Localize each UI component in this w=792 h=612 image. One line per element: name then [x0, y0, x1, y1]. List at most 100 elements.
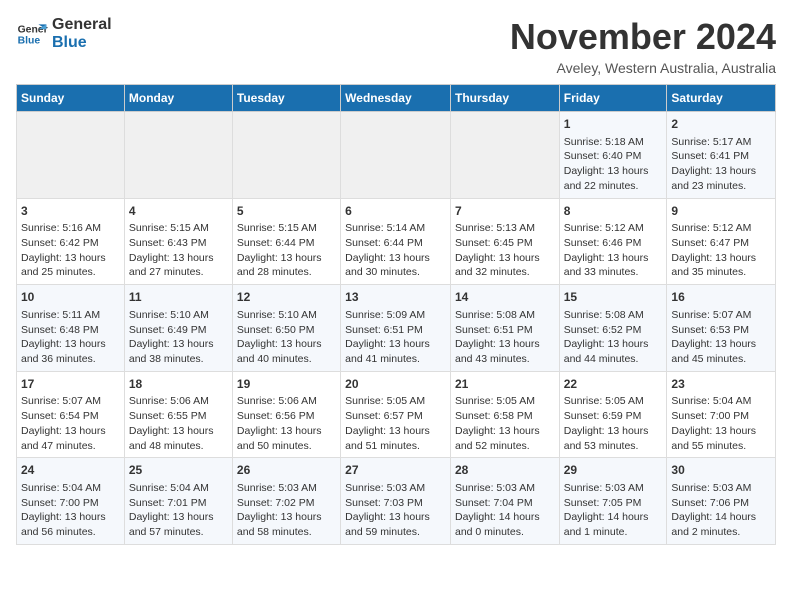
day-info: Sunset: 6:43 PM	[129, 236, 228, 251]
day-info: Sunset: 6:57 PM	[345, 409, 446, 424]
calendar-cell	[450, 112, 559, 199]
calendar-cell: 11Sunrise: 5:10 AMSunset: 6:49 PMDayligh…	[124, 285, 232, 372]
calendar-cell	[341, 112, 451, 199]
day-info: Sunset: 6:47 PM	[671, 236, 771, 251]
calendar-cell: 8Sunrise: 5:12 AMSunset: 6:46 PMDaylight…	[559, 198, 667, 285]
calendar-cell: 7Sunrise: 5:13 AMSunset: 6:45 PMDaylight…	[450, 198, 559, 285]
day-info: Sunrise: 5:06 AM	[237, 394, 336, 409]
day-info: Sunrise: 5:17 AM	[671, 135, 771, 150]
weekday-header-tuesday: Tuesday	[232, 85, 340, 112]
logo-line1: General	[52, 16, 112, 34]
day-number: 20	[345, 376, 446, 393]
day-info: Daylight: 14 hours and 0 minutes.	[455, 510, 555, 539]
day-info: Sunset: 6:48 PM	[21, 323, 120, 338]
day-info: Sunset: 7:01 PM	[129, 496, 228, 511]
calendar-cell: 20Sunrise: 5:05 AMSunset: 6:57 PMDayligh…	[341, 371, 451, 458]
day-info: Sunset: 7:00 PM	[21, 496, 120, 511]
day-info: Sunset: 6:52 PM	[564, 323, 663, 338]
day-number: 13	[345, 289, 446, 306]
day-info: Sunrise: 5:10 AM	[237, 308, 336, 323]
day-info: Daylight: 13 hours and 30 minutes.	[345, 251, 446, 280]
calendar-cell: 5Sunrise: 5:15 AMSunset: 6:44 PMDaylight…	[232, 198, 340, 285]
day-info: Sunrise: 5:04 AM	[671, 394, 771, 409]
calendar-cell: 12Sunrise: 5:10 AMSunset: 6:50 PMDayligh…	[232, 285, 340, 372]
day-info: Daylight: 13 hours and 33 minutes.	[564, 251, 663, 280]
day-number: 1	[564, 116, 663, 133]
day-info: Daylight: 13 hours and 44 minutes.	[564, 337, 663, 366]
day-info: Sunrise: 5:08 AM	[564, 308, 663, 323]
weekday-header-friday: Friday	[559, 85, 667, 112]
day-info: Sunrise: 5:05 AM	[455, 394, 555, 409]
weekday-header-monday: Monday	[124, 85, 232, 112]
day-info: Sunset: 7:05 PM	[564, 496, 663, 511]
day-info: Daylight: 13 hours and 35 minutes.	[671, 251, 771, 280]
calendar-cell: 27Sunrise: 5:03 AMSunset: 7:03 PMDayligh…	[341, 458, 451, 545]
day-number: 23	[671, 376, 771, 393]
calendar-table: SundayMondayTuesdayWednesdayThursdayFrid…	[16, 84, 776, 545]
day-info: Sunrise: 5:15 AM	[129, 221, 228, 236]
day-info: Sunset: 6:41 PM	[671, 149, 771, 164]
day-info: Sunrise: 5:03 AM	[564, 481, 663, 496]
day-info: Daylight: 13 hours and 51 minutes.	[345, 424, 446, 453]
weekday-header-saturday: Saturday	[667, 85, 776, 112]
calendar-week-row: 24Sunrise: 5:04 AMSunset: 7:00 PMDayligh…	[17, 458, 776, 545]
day-number: 7	[455, 203, 555, 220]
day-info: Daylight: 13 hours and 58 minutes.	[237, 510, 336, 539]
day-info: Daylight: 13 hours and 41 minutes.	[345, 337, 446, 366]
day-info: Sunrise: 5:14 AM	[345, 221, 446, 236]
day-info: Daylight: 13 hours and 59 minutes.	[345, 510, 446, 539]
calendar-cell: 15Sunrise: 5:08 AMSunset: 6:52 PMDayligh…	[559, 285, 667, 372]
day-number: 27	[345, 462, 446, 479]
calendar-cell: 29Sunrise: 5:03 AMSunset: 7:05 PMDayligh…	[559, 458, 667, 545]
calendar-week-row: 1Sunrise: 5:18 AMSunset: 6:40 PMDaylight…	[17, 112, 776, 199]
day-info: Sunrise: 5:12 AM	[671, 221, 771, 236]
day-info: Sunrise: 5:03 AM	[237, 481, 336, 496]
day-info: Sunrise: 5:13 AM	[455, 221, 555, 236]
day-number: 11	[129, 289, 228, 306]
day-info: Daylight: 13 hours and 50 minutes.	[237, 424, 336, 453]
calendar-cell: 23Sunrise: 5:04 AMSunset: 7:00 PMDayligh…	[667, 371, 776, 458]
calendar-cell: 22Sunrise: 5:05 AMSunset: 6:59 PMDayligh…	[559, 371, 667, 458]
day-info: Daylight: 13 hours and 48 minutes.	[129, 424, 228, 453]
logo: General Blue General Blue	[16, 16, 112, 51]
calendar-cell	[17, 112, 125, 199]
calendar-cell: 25Sunrise: 5:04 AMSunset: 7:01 PMDayligh…	[124, 458, 232, 545]
day-info: Sunrise: 5:08 AM	[455, 308, 555, 323]
day-info: Daylight: 13 hours and 38 minutes.	[129, 337, 228, 366]
calendar-cell: 18Sunrise: 5:06 AMSunset: 6:55 PMDayligh…	[124, 371, 232, 458]
day-info: Sunrise: 5:12 AM	[564, 221, 663, 236]
day-number: 3	[21, 203, 120, 220]
day-number: 19	[237, 376, 336, 393]
day-info: Sunset: 6:54 PM	[21, 409, 120, 424]
day-info: Sunset: 6:55 PM	[129, 409, 228, 424]
svg-text:Blue: Blue	[18, 35, 41, 46]
calendar-week-row: 3Sunrise: 5:16 AMSunset: 6:42 PMDaylight…	[17, 198, 776, 285]
day-info: Sunset: 7:03 PM	[345, 496, 446, 511]
day-info: Sunset: 6:42 PM	[21, 236, 120, 251]
day-info: Daylight: 13 hours and 56 minutes.	[21, 510, 120, 539]
day-number: 9	[671, 203, 771, 220]
day-info: Sunrise: 5:11 AM	[21, 308, 120, 323]
day-info: Sunset: 7:06 PM	[671, 496, 771, 511]
day-number: 12	[237, 289, 336, 306]
day-number: 24	[21, 462, 120, 479]
day-info: Sunrise: 5:03 AM	[455, 481, 555, 496]
day-info: Sunrise: 5:15 AM	[237, 221, 336, 236]
day-number: 5	[237, 203, 336, 220]
calendar-cell: 10Sunrise: 5:11 AMSunset: 6:48 PMDayligh…	[17, 285, 125, 372]
location-title: Aveley, Western Australia, Australia	[510, 60, 776, 76]
day-number: 26	[237, 462, 336, 479]
day-number: 6	[345, 203, 446, 220]
day-number: 30	[671, 462, 771, 479]
day-info: Sunset: 6:49 PM	[129, 323, 228, 338]
calendar-cell: 9Sunrise: 5:12 AMSunset: 6:47 PMDaylight…	[667, 198, 776, 285]
day-number: 22	[564, 376, 663, 393]
day-info: Daylight: 13 hours and 36 minutes.	[21, 337, 120, 366]
day-info: Daylight: 13 hours and 43 minutes.	[455, 337, 555, 366]
day-info: Daylight: 13 hours and 32 minutes.	[455, 251, 555, 280]
day-number: 17	[21, 376, 120, 393]
day-info: Sunset: 7:02 PM	[237, 496, 336, 511]
day-info: Sunset: 6:53 PM	[671, 323, 771, 338]
calendar-cell: 21Sunrise: 5:05 AMSunset: 6:58 PMDayligh…	[450, 371, 559, 458]
day-info: Sunset: 6:51 PM	[345, 323, 446, 338]
